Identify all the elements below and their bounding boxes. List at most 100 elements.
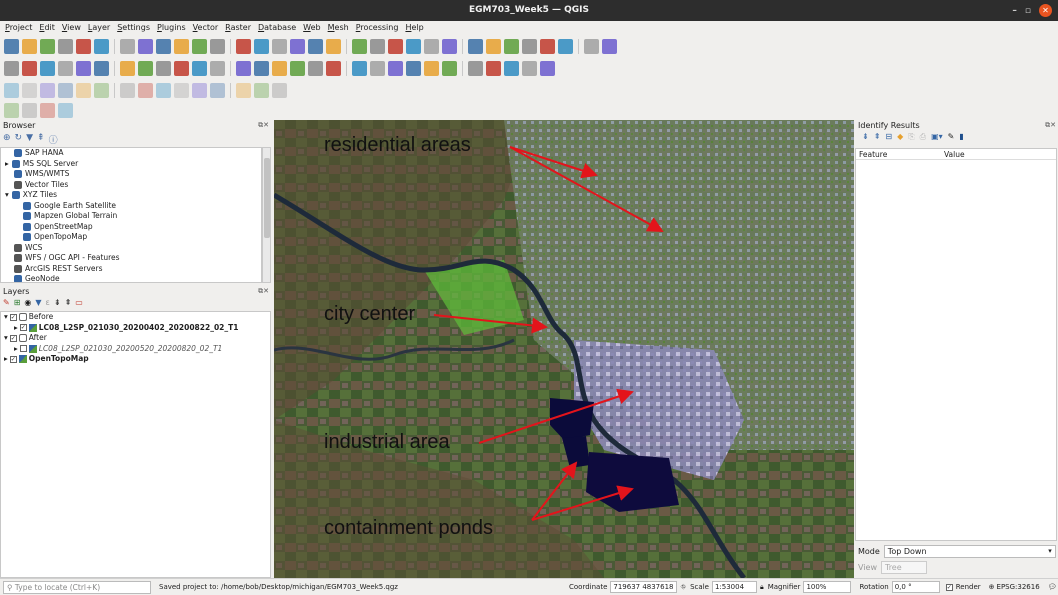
trace-icon[interactable]	[40, 102, 55, 118]
identify-mode-icon[interactable]: ▣▾	[931, 132, 943, 142]
select-value-icon[interactable]	[424, 38, 439, 54]
remove-layer-icon[interactable]: ▭	[75, 298, 83, 307]
georeferencer-icon[interactable]	[486, 60, 501, 76]
maximize-button[interactable]: ▫	[1025, 5, 1031, 17]
zoom-full-icon[interactable]	[192, 38, 207, 54]
terrain-icon[interactable]	[522, 60, 537, 76]
layer-item[interactable]: ▸ ✓ OpenTopoMap	[1, 354, 270, 365]
open-project-icon[interactable]	[22, 38, 37, 54]
redo-icon[interactable]	[308, 60, 323, 76]
menu-processing[interactable]: Processing	[356, 21, 399, 35]
save-project-icon[interactable]	[40, 38, 55, 54]
chevron-down-icon[interactable]: ▾	[4, 312, 8, 323]
merge-icon[interactable]	[192, 82, 207, 98]
zoom-last-icon[interactable]	[272, 38, 287, 54]
render-checkbox[interactable]: ✓	[945, 583, 953, 591]
save-as-icon[interactable]	[58, 38, 73, 54]
identify-results-table[interactable]: Feature Value	[855, 148, 1057, 541]
coordinate-field[interactable]: 719637 4837618	[610, 581, 677, 593]
browser-item[interactable]: Google Earth Satellite	[1, 201, 261, 212]
chevron-down-icon[interactable]: ▾	[5, 190, 9, 201]
processing-toolbox-icon[interactable]	[540, 60, 555, 76]
label-pin-icon[interactable]	[352, 60, 367, 76]
chevron-right-icon[interactable]: ▸	[14, 344, 18, 355]
zoom-next-icon[interactable]	[290, 38, 305, 54]
panel-close-icon[interactable]: ⧉✕	[258, 286, 271, 297]
refresh-icon[interactable]: ↻	[15, 133, 23, 146]
browser-item[interactable]: Vector Tiles	[1, 180, 261, 191]
layer-visibility-checkbox[interactable]: ✓	[19, 324, 27, 332]
select-icon[interactable]	[388, 38, 403, 54]
delete-part-icon[interactable]	[254, 82, 269, 98]
visibility-icon[interactable]: ◉	[24, 298, 31, 307]
view-select[interactable]: Tree	[880, 561, 927, 574]
chevron-down-icon[interactable]: ▾	[4, 333, 8, 344]
collapse-icon[interactable]: ⇞	[37, 133, 45, 146]
label-rotate-icon[interactable]	[442, 60, 457, 76]
new-bookmark-icon[interactable]	[308, 38, 323, 54]
circle-icon[interactable]	[22, 82, 37, 98]
lock-scale-icon[interactable]: 🔒︎	[760, 583, 764, 592]
filter-icon[interactable]: ▼	[26, 133, 33, 146]
mode-select[interactable]: Top Down ▾	[883, 545, 1056, 558]
feature-column-header[interactable]: Feature	[856, 149, 941, 159]
clear-results-icon[interactable]: ◆	[897, 132, 903, 142]
map-tips-icon[interactable]	[558, 38, 573, 54]
identify-icon[interactable]	[468, 38, 483, 54]
magnifier-field[interactable]: 100%	[803, 581, 852, 593]
filter-legend-icon[interactable]: ▼	[35, 298, 41, 307]
help-icon[interactable]: ▮	[959, 132, 963, 142]
browser-scrollbar[interactable]	[262, 147, 271, 283]
rule-label-icon[interactable]	[370, 60, 385, 76]
settings-icon[interactable]: ✎	[948, 132, 955, 142]
label-move-icon[interactable]	[424, 60, 439, 76]
info-icon[interactable]: ⓘ	[49, 133, 58, 146]
python-icon[interactable]	[504, 60, 519, 76]
digitize-icon[interactable]	[156, 60, 171, 76]
layer-item[interactable]: ▾ ✓ After	[1, 333, 270, 344]
layer-item[interactable]: ▸ ✓ LC08_L2SP_021030_20200402_20200822_02_…	[1, 323, 270, 334]
copy-icon[interactable]	[254, 60, 269, 76]
deselect-icon[interactable]	[406, 38, 421, 54]
delete-ring-icon[interactable]	[236, 82, 251, 98]
zoom-out-icon[interactable]	[174, 38, 189, 54]
browser-item[interactable]: ▸ MS SQL Server	[1, 159, 261, 170]
regular-polygon-icon[interactable]	[58, 82, 73, 98]
panel-close-icon[interactable]: ⧉✕	[1045, 120, 1058, 131]
add-point-icon[interactable]	[174, 60, 189, 76]
menu-mesh[interactable]: Mesh	[328, 21, 349, 35]
vertex-tool-icon[interactable]	[192, 60, 207, 76]
menu-layer[interactable]: Layer	[88, 21, 110, 35]
show-bookmarks-icon[interactable]	[326, 38, 341, 54]
layer-tree[interactable]: ▾ ✓ Before ▸ ✓ LC08_L2SP_021030_20200402_2020…	[0, 311, 271, 578]
browser-item[interactable]: WMS/WMTS	[1, 169, 261, 180]
add-group-icon[interactable]: ⊞	[14, 298, 21, 307]
ellipse-icon[interactable]	[76, 82, 91, 98]
browser-item[interactable]: Mapzen Global Terrain	[1, 211, 261, 222]
advanced-digitize-icon[interactable]	[4, 102, 19, 118]
copy-feature-icon[interactable]: ⎘	[908, 132, 914, 142]
rotation-field[interactable]: 0,0 °	[891, 581, 940, 593]
offset-icon[interactable]	[138, 82, 153, 98]
delete-icon[interactable]	[210, 60, 225, 76]
expand-all-icon[interactable]: ⇟	[54, 298, 61, 307]
menu-help[interactable]: Help	[405, 21, 423, 35]
split-icon[interactable]	[94, 82, 109, 98]
add-raster-icon[interactable]	[94, 60, 109, 76]
panel-close-icon[interactable]: ⧉✕	[258, 120, 271, 131]
add-wms-icon[interactable]	[120, 60, 135, 76]
layer-item[interactable]: ▾ ✓ Before	[1, 312, 270, 323]
menu-plugins[interactable]: Plugins	[157, 21, 186, 35]
refresh-icon[interactable]	[370, 38, 385, 54]
menu-view[interactable]: View	[62, 21, 81, 35]
chevron-right-icon[interactable]: ▸	[5, 159, 9, 170]
collapse-tree-icon[interactable]: ⇞	[874, 132, 881, 142]
text-annotation-icon[interactable]	[584, 38, 599, 54]
label-show-icon[interactable]	[406, 60, 421, 76]
browser-item[interactable]: WCS	[1, 243, 261, 254]
scrollbar-thumb[interactable]	[264, 158, 270, 238]
minimize-button[interactable]: –	[1012, 5, 1017, 17]
expand-new-icon[interactable]: ⊟	[885, 132, 892, 142]
pan-icon[interactable]	[120, 38, 135, 54]
reshape-icon[interactable]	[120, 82, 135, 98]
